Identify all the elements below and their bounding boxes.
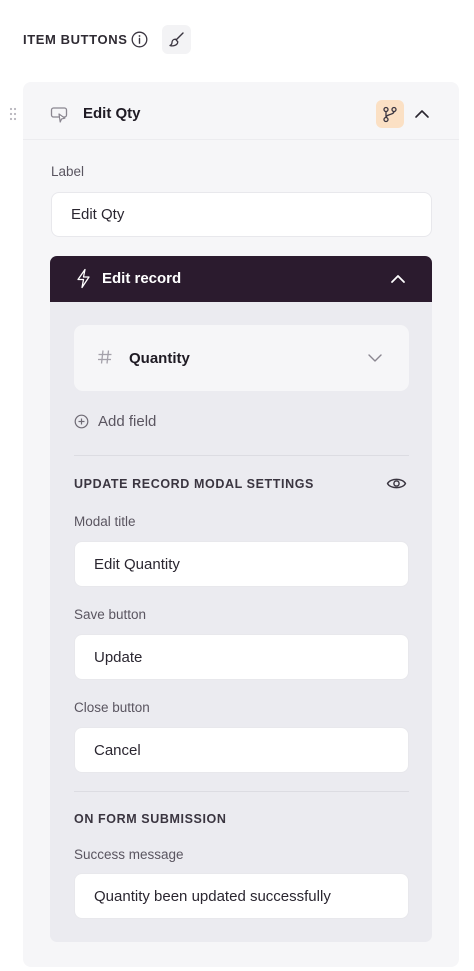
save-button-caption: Save button (74, 607, 147, 622)
modal-title-input[interactable]: Edit Quantity (74, 541, 409, 587)
modal-title-caption: Modal title (74, 514, 136, 529)
eye-icon[interactable] (386, 475, 407, 492)
modal-settings-heading: UPDATE RECORD MODAL SETTINGS (74, 477, 314, 491)
label-input[interactable]: Edit Qty (51, 192, 432, 237)
add-field-button[interactable]: Add field (98, 412, 156, 432)
success-message-caption: Success message (74, 847, 184, 862)
collapse-action-icon[interactable] (389, 271, 407, 287)
style-button[interactable] (162, 25, 191, 54)
chevron-down-icon[interactable] (367, 351, 383, 365)
branch-icon (383, 106, 397, 122)
close-button-caption: Close button (74, 700, 150, 715)
hash-icon (98, 350, 112, 364)
branch-button[interactable] (376, 100, 404, 128)
edit-record-title: Edit record (102, 270, 182, 287)
bolt-icon (77, 268, 90, 289)
button-icon (50, 107, 68, 123)
collapse-card-icon[interactable] (412, 105, 432, 123)
form-submission-heading: ON FORM SUBMISSION (74, 812, 227, 826)
close-button-input[interactable]: Cancel (74, 727, 409, 773)
field-name: Quantity (129, 350, 190, 367)
section-title: ITEM BUTTONS (23, 32, 128, 47)
save-button-input[interactable]: Update (74, 634, 409, 680)
plus-circle-icon[interactable] (74, 414, 89, 429)
label-caption: Label (51, 164, 85, 179)
info-icon[interactable] (131, 31, 148, 48)
card-divider (23, 139, 459, 140)
divider (74, 791, 409, 792)
divider (74, 455, 409, 456)
drag-handle-icon[interactable] (8, 106, 18, 122)
item-title: Edit Qty (83, 105, 141, 122)
field-selector[interactable] (74, 325, 409, 391)
success-message-input[interactable]: Quantity been updated successfully (74, 873, 409, 919)
brush-icon (169, 32, 184, 47)
